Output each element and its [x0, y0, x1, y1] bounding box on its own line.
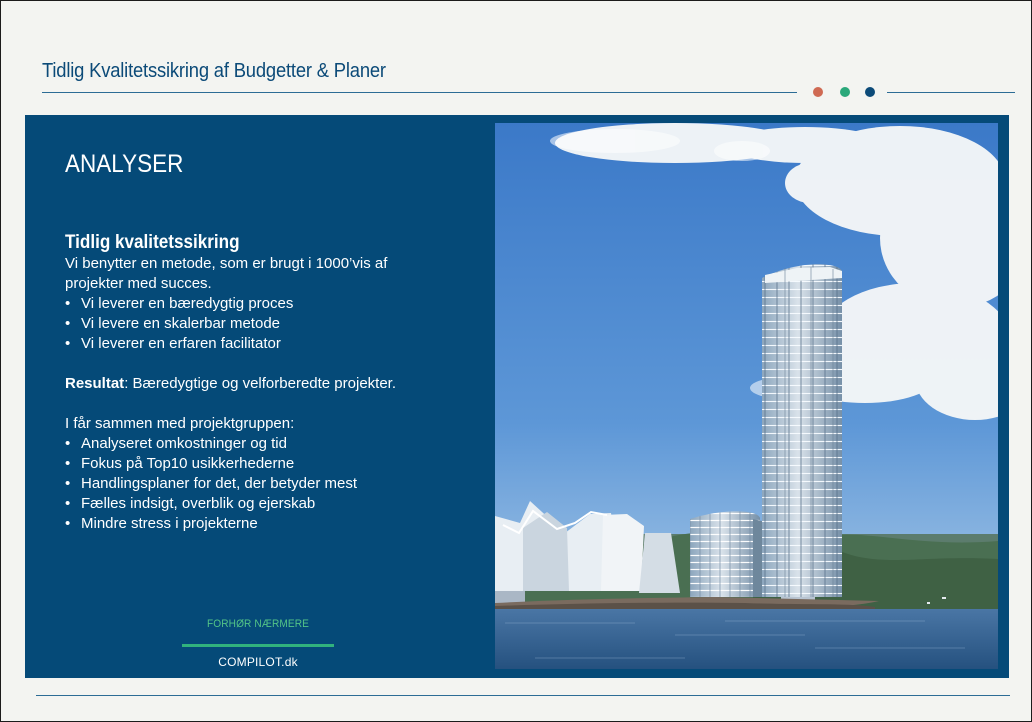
- list-item: Mindre stress i projekterne: [65, 514, 485, 534]
- group-intro: I får sammen med projektgruppen:: [65, 415, 295, 432]
- section-heading: ANALYSER: [65, 150, 184, 178]
- contact-link[interactable]: FORHØR NÆRMERE: [188, 618, 328, 630]
- outcomes-list: Analyseret omkostninger og tid Fokus på …: [65, 434, 485, 534]
- red-dot-icon: [813, 87, 823, 97]
- list-item: Handlingsplaner for det, der betyder mes…: [65, 474, 485, 494]
- intro-line-1: Vi benytter en metode, som er brugt i 10…: [65, 255, 388, 272]
- top-divider-right: [887, 92, 1015, 93]
- green-dot-icon: [840, 87, 850, 97]
- list-item: Vi leverer en bæredygtig proces: [65, 294, 485, 314]
- contact-underline: [182, 644, 334, 647]
- navy-dot-icon: [865, 87, 875, 97]
- list-item: Fælles indsigt, overblik og ejerskab: [65, 494, 485, 514]
- result-line: Resultat: Bæredygtige og velforberedte p…: [65, 374, 485, 394]
- slide-title: Tidlig Kvalitetssikring af Budgetter & P…: [42, 60, 386, 82]
- list-item: Analyseret omkostninger og tid: [65, 434, 485, 454]
- benefits-list: Vi leverer en bæredygtig proces Vi lever…: [65, 294, 485, 354]
- list-item: Vi leverer en erfaren facilitator: [65, 334, 485, 354]
- tower-photo: [495, 123, 998, 669]
- list-item: Fokus på Top10 usikkerhederne: [65, 454, 485, 474]
- intro-line-2: projekter med succes.: [65, 275, 212, 292]
- result-label: Resultat: [65, 375, 125, 392]
- bottom-divider: [36, 695, 1010, 696]
- tower-photo-svg: [495, 123, 998, 669]
- content-column: Tidlig kvalitetssikring Vi benytter en m…: [65, 232, 485, 534]
- domain-label: COMPILOT.dk: [218, 655, 298, 669]
- list-item: Vi levere en skalerbar metode: [65, 314, 485, 334]
- result-text: : Bæredygtige og velforberedte projekter…: [124, 375, 397, 392]
- top-divider-left: [42, 92, 797, 93]
- subheading: Tidlig kvalitetssikring: [65, 232, 240, 253]
